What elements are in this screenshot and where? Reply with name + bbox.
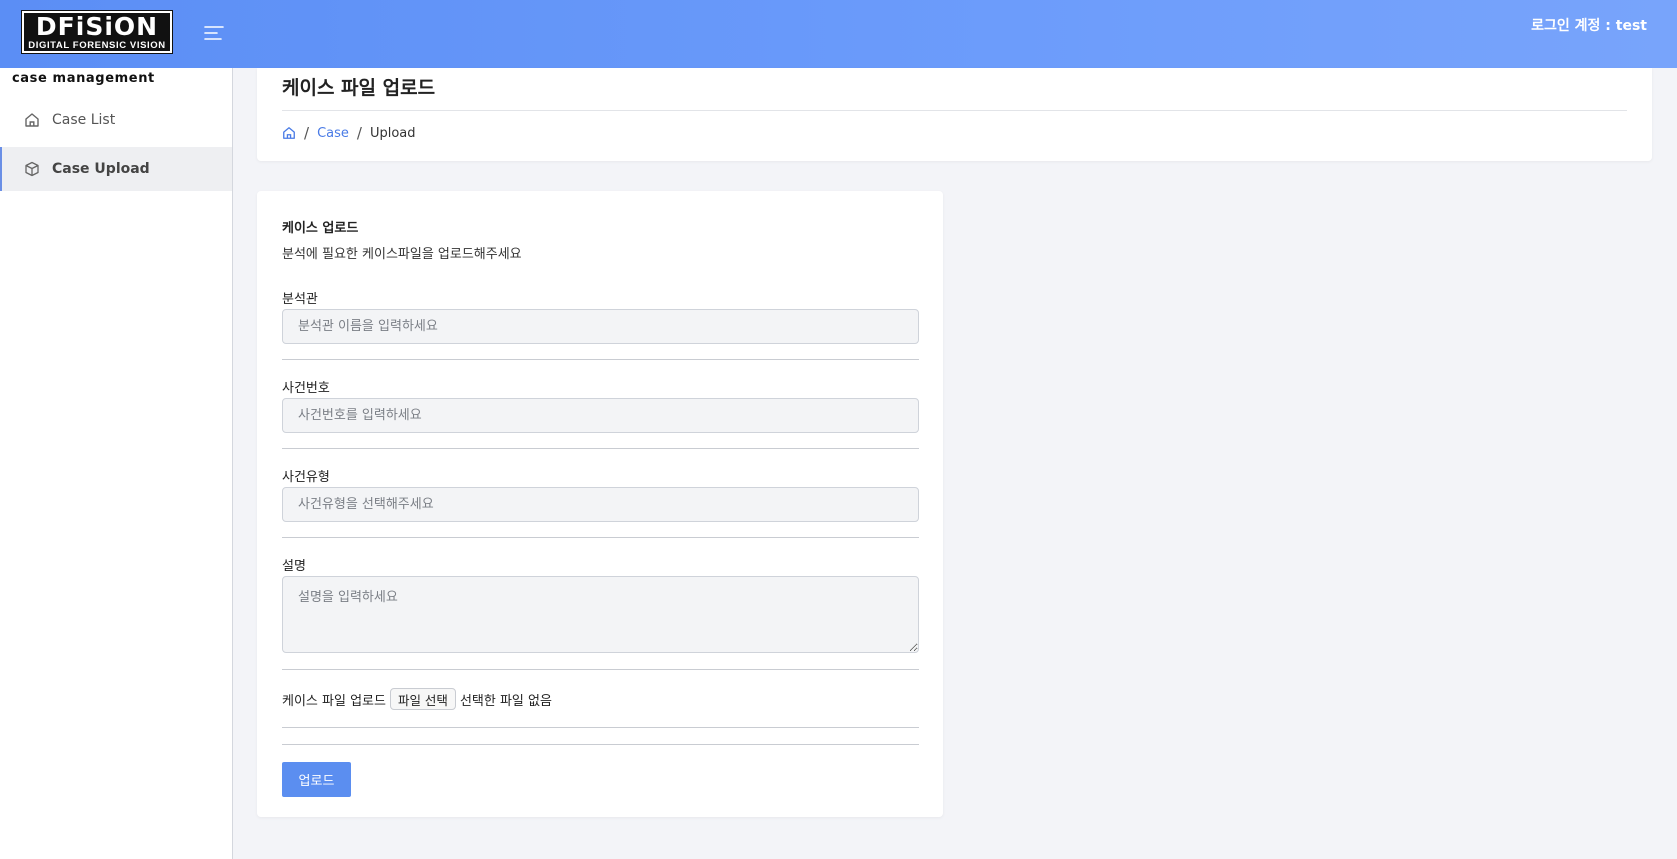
divider	[282, 110, 1627, 111]
divider	[282, 537, 919, 538]
form-title: 케이스 업로드	[282, 221, 359, 236]
sidebar: case management Case List Case Upload	[0, 68, 233, 859]
upload-button[interactable]: 업로드	[282, 762, 351, 797]
breadcrumb-link-case[interactable]: Case	[317, 126, 349, 141]
menu-toggle-icon[interactable]	[203, 24, 225, 42]
page-header-card: 케이스 파일 업로드 / Case / Upload	[257, 68, 1652, 161]
home-icon	[24, 112, 40, 128]
logo-sub-text: DIGITAL FORENSIC VISION	[28, 40, 166, 51]
breadcrumb-separator: /	[356, 124, 362, 142]
description-label: 설명	[282, 559, 306, 574]
divider	[282, 669, 919, 670]
upload-form-card: 케이스 업로드 분석에 필요한 케이스파일을 업로드해주세요 분석관 사건번호 …	[257, 191, 943, 817]
choose-file-button[interactable]: 파일 선택	[389, 688, 456, 710]
logo-main-text: DFiSiON	[35, 12, 159, 41]
breadcrumb-separator: /	[304, 124, 310, 142]
analyst-label: 분석관	[282, 292, 318, 307]
box-icon	[24, 161, 40, 177]
case-type-label: 사건유형	[282, 470, 330, 485]
breadcrumb: / Case / Upload	[282, 124, 416, 142]
case-number-input[interactable]	[282, 398, 919, 433]
sidebar-item-case-upload[interactable]: Case Upload	[0, 147, 232, 191]
sidebar-title: case management	[12, 71, 155, 86]
divider	[282, 359, 919, 360]
page-title: 케이스 파일 업로드	[282, 77, 436, 99]
file-upload-row: 케이스 파일 업로드 파일 선택 선택한 파일 없음	[282, 688, 552, 710]
file-status-text: 선택한 파일 없음	[459, 693, 552, 709]
divider	[282, 744, 919, 745]
sidebar-item-case-list[interactable]: Case List	[0, 98, 232, 142]
breadcrumb-current: Upload	[369, 125, 416, 141]
case-type-input[interactable]	[282, 487, 919, 522]
breadcrumb-home-icon[interactable]	[282, 126, 296, 140]
divider	[282, 448, 919, 449]
description-textarea[interactable]	[282, 576, 919, 653]
form-description: 분석에 필요한 케이스파일을 업로드해주세요	[282, 247, 522, 262]
top-bar: DFiSiON DIGITAL FORENSIC VISION 로그인 계정 :…	[0, 0, 1677, 68]
analyst-input[interactable]	[282, 309, 919, 344]
sidebar-item-label: Case Upload	[52, 161, 150, 177]
case-number-label: 사건번호	[282, 381, 330, 396]
dfision-logo[interactable]: DFiSiON DIGITAL FORENSIC VISION	[21, 10, 173, 54]
login-account-label: 로그인 계정 : test	[1531, 18, 1647, 34]
divider	[282, 727, 919, 728]
file-upload-label: 케이스 파일 업로드	[282, 693, 386, 709]
sidebar-item-label: Case List	[52, 112, 116, 128]
